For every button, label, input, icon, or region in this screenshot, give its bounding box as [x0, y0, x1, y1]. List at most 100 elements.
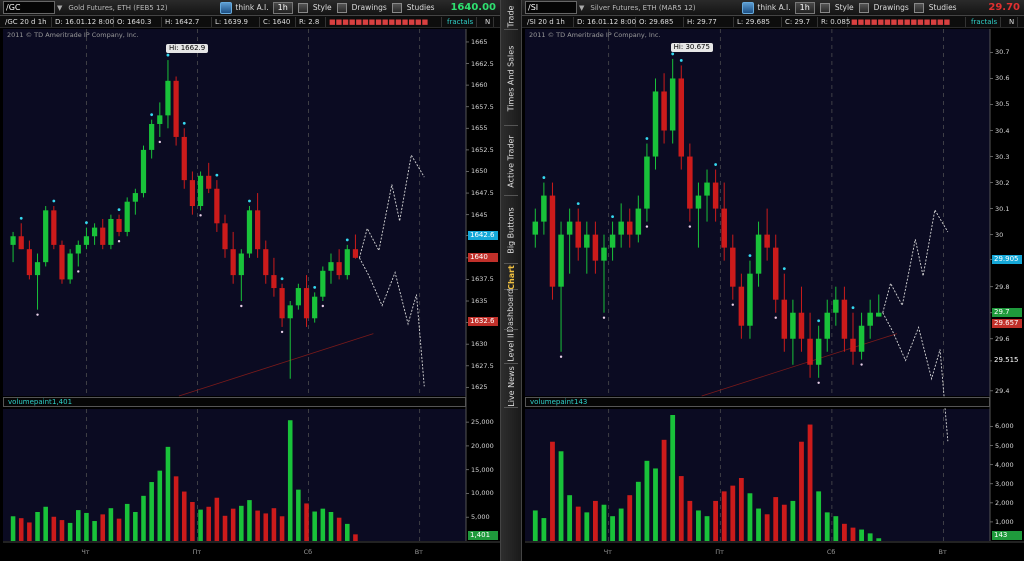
volume-study-header[interactable]: volumepaint 143	[525, 397, 990, 407]
volume-study-value: 143	[574, 398, 588, 406]
volume-bar	[824, 512, 830, 541]
volume-bar	[27, 522, 32, 541]
fractal-down-marker	[77, 270, 80, 273]
side-tab-times-and-sales[interactable]: Times And Sales	[501, 30, 521, 126]
volume-tick-label: 15,000	[471, 465, 494, 474]
candle-body	[320, 270, 326, 297]
price-tick-label: 30.3	[995, 152, 1010, 161]
fractal-down-marker	[774, 316, 777, 319]
side-tab-dashboard[interactable]: Dashboard	[501, 288, 521, 332]
volume-bar	[222, 515, 228, 541]
volume-bar	[756, 508, 761, 541]
price-plot-area[interactable]	[3, 29, 466, 396]
price-tick-label: 1635	[471, 297, 488, 305]
volume-bar	[618, 508, 624, 541]
candle-body	[344, 249, 350, 276]
candle-body	[824, 312, 830, 339]
volume-bar	[696, 510, 701, 541]
volume-bar	[230, 508, 236, 541]
volume-bar	[271, 508, 277, 541]
volume-bar	[859, 529, 864, 541]
side-tab-trade[interactable]: Trade	[501, 2, 521, 30]
volume-marker: 1,401	[468, 531, 498, 540]
candle-body	[532, 221, 539, 235]
volume-bar	[304, 503, 309, 541]
volume-bar	[867, 533, 873, 541]
fractal-up-marker	[313, 285, 317, 289]
volume-bar	[149, 482, 154, 541]
candle-body	[549, 195, 556, 287]
candle-body	[790, 312, 796, 339]
candle-body	[214, 188, 220, 224]
volume-bar	[876, 538, 882, 541]
volume-bar	[842, 523, 847, 541]
chart-canvas[interactable]	[522, 0, 1024, 561]
candle-body	[678, 78, 685, 157]
candle-body	[222, 223, 228, 250]
fractal-down-marker	[559, 355, 563, 358]
candle-body	[181, 136, 187, 181]
side-tab-active-trader[interactable]: Active Trader	[501, 126, 521, 196]
volume-bar	[116, 518, 122, 541]
volume-bar	[799, 441, 804, 541]
price-tick-label: 30.6	[995, 74, 1010, 83]
candle-body	[328, 262, 334, 271]
candle-body	[271, 275, 277, 289]
volume-bar	[773, 497, 779, 541]
volume-bar	[206, 506, 211, 541]
fractal-up-marker	[150, 113, 154, 117]
fractal-up-marker	[645, 137, 649, 140]
candle-body	[157, 115, 163, 124]
volume-tick-label: 20,000	[471, 441, 494, 450]
volume-marker: 143	[992, 531, 1022, 540]
candle-body	[575, 221, 581, 248]
fractal-up-marker	[166, 53, 170, 57]
volume-bar	[661, 439, 667, 541]
candle-body	[51, 210, 57, 245]
side-tab-chart[interactable]: Chart	[501, 264, 521, 290]
fractal-up-marker	[714, 163, 718, 166]
price-marker: 29.7	[992, 308, 1022, 318]
fractal-down-marker	[158, 140, 162, 144]
volume-bar	[198, 509, 203, 541]
fractal-up-marker	[345, 238, 349, 242]
time-axis-label: Пт	[715, 548, 724, 556]
fractal-up-marker	[215, 173, 219, 177]
candle-body	[67, 253, 73, 280]
volume-study-header[interactable]: volumepaint 1,401	[3, 397, 466, 407]
fractal-up-marker	[542, 176, 546, 179]
fractal-up-marker	[117, 208, 121, 212]
candle-body	[644, 156, 650, 209]
price-tick-label: 1655	[471, 124, 488, 133]
candle-body	[867, 312, 873, 326]
volume-bar	[592, 500, 598, 541]
volume-bar	[18, 518, 24, 541]
candle-body	[850, 338, 856, 352]
side-tab-level-ii[interactable]: Level II	[501, 330, 521, 364]
volume-bar	[84, 512, 89, 541]
volume-tick-label: 25,000	[471, 418, 494, 427]
candle-body	[730, 247, 736, 287]
price-marker: 1640	[468, 253, 498, 263]
chart-canvas[interactable]	[0, 0, 500, 561]
volume-bar	[181, 491, 187, 541]
volume-bar	[133, 511, 138, 541]
fractal-down-marker	[731, 303, 734, 306]
candle-body	[75, 244, 81, 254]
volume-bar	[541, 518, 547, 541]
chart-panel-left: /GC ▼ Gold Futures, ETH (FEB5 12) think A.I…	[0, 0, 500, 561]
time-axis-label: Сб	[826, 548, 836, 556]
volume-tick-label: 1,000	[995, 517, 1014, 526]
side-tab-live-news[interactable]: Live News	[501, 364, 521, 408]
volume-bar	[781, 504, 787, 541]
price-plot-area[interactable]	[525, 29, 990, 396]
fractal-down-marker	[199, 214, 202, 217]
candle-body	[807, 338, 813, 365]
fractal-up-marker	[851, 306, 855, 310]
side-tab-big-buttons[interactable]: Big Buttons	[501, 196, 521, 264]
fractal-down-marker	[645, 225, 649, 228]
price-tick-label: 1630	[471, 340, 488, 349]
candle-body	[652, 91, 659, 157]
candle-body	[695, 195, 702, 209]
candle-body	[592, 234, 599, 261]
